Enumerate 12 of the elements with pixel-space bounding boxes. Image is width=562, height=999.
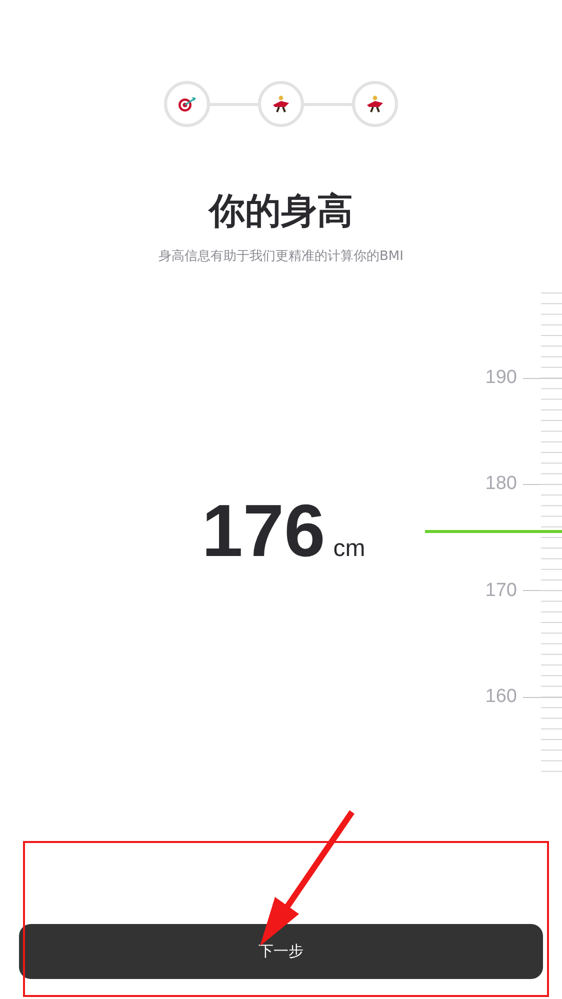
page-subtitle: 身高信息有助于我们更精准的计算你的BMI [158,248,404,266]
target-icon [177,96,197,112]
page-title: 你的身高 [209,190,353,234]
ruler-label: 190 [485,367,517,390]
figure-icon [271,95,291,113]
figure-icon [365,95,385,113]
ruler-label: 180 [485,473,517,496]
height-value: 176 [202,491,326,571]
height-unit: cm [333,535,366,563]
next-button[interactable]: 下一步 [19,924,543,979]
ruler-label: 170 [485,580,517,602]
ruler-label: 160 [485,686,517,708]
